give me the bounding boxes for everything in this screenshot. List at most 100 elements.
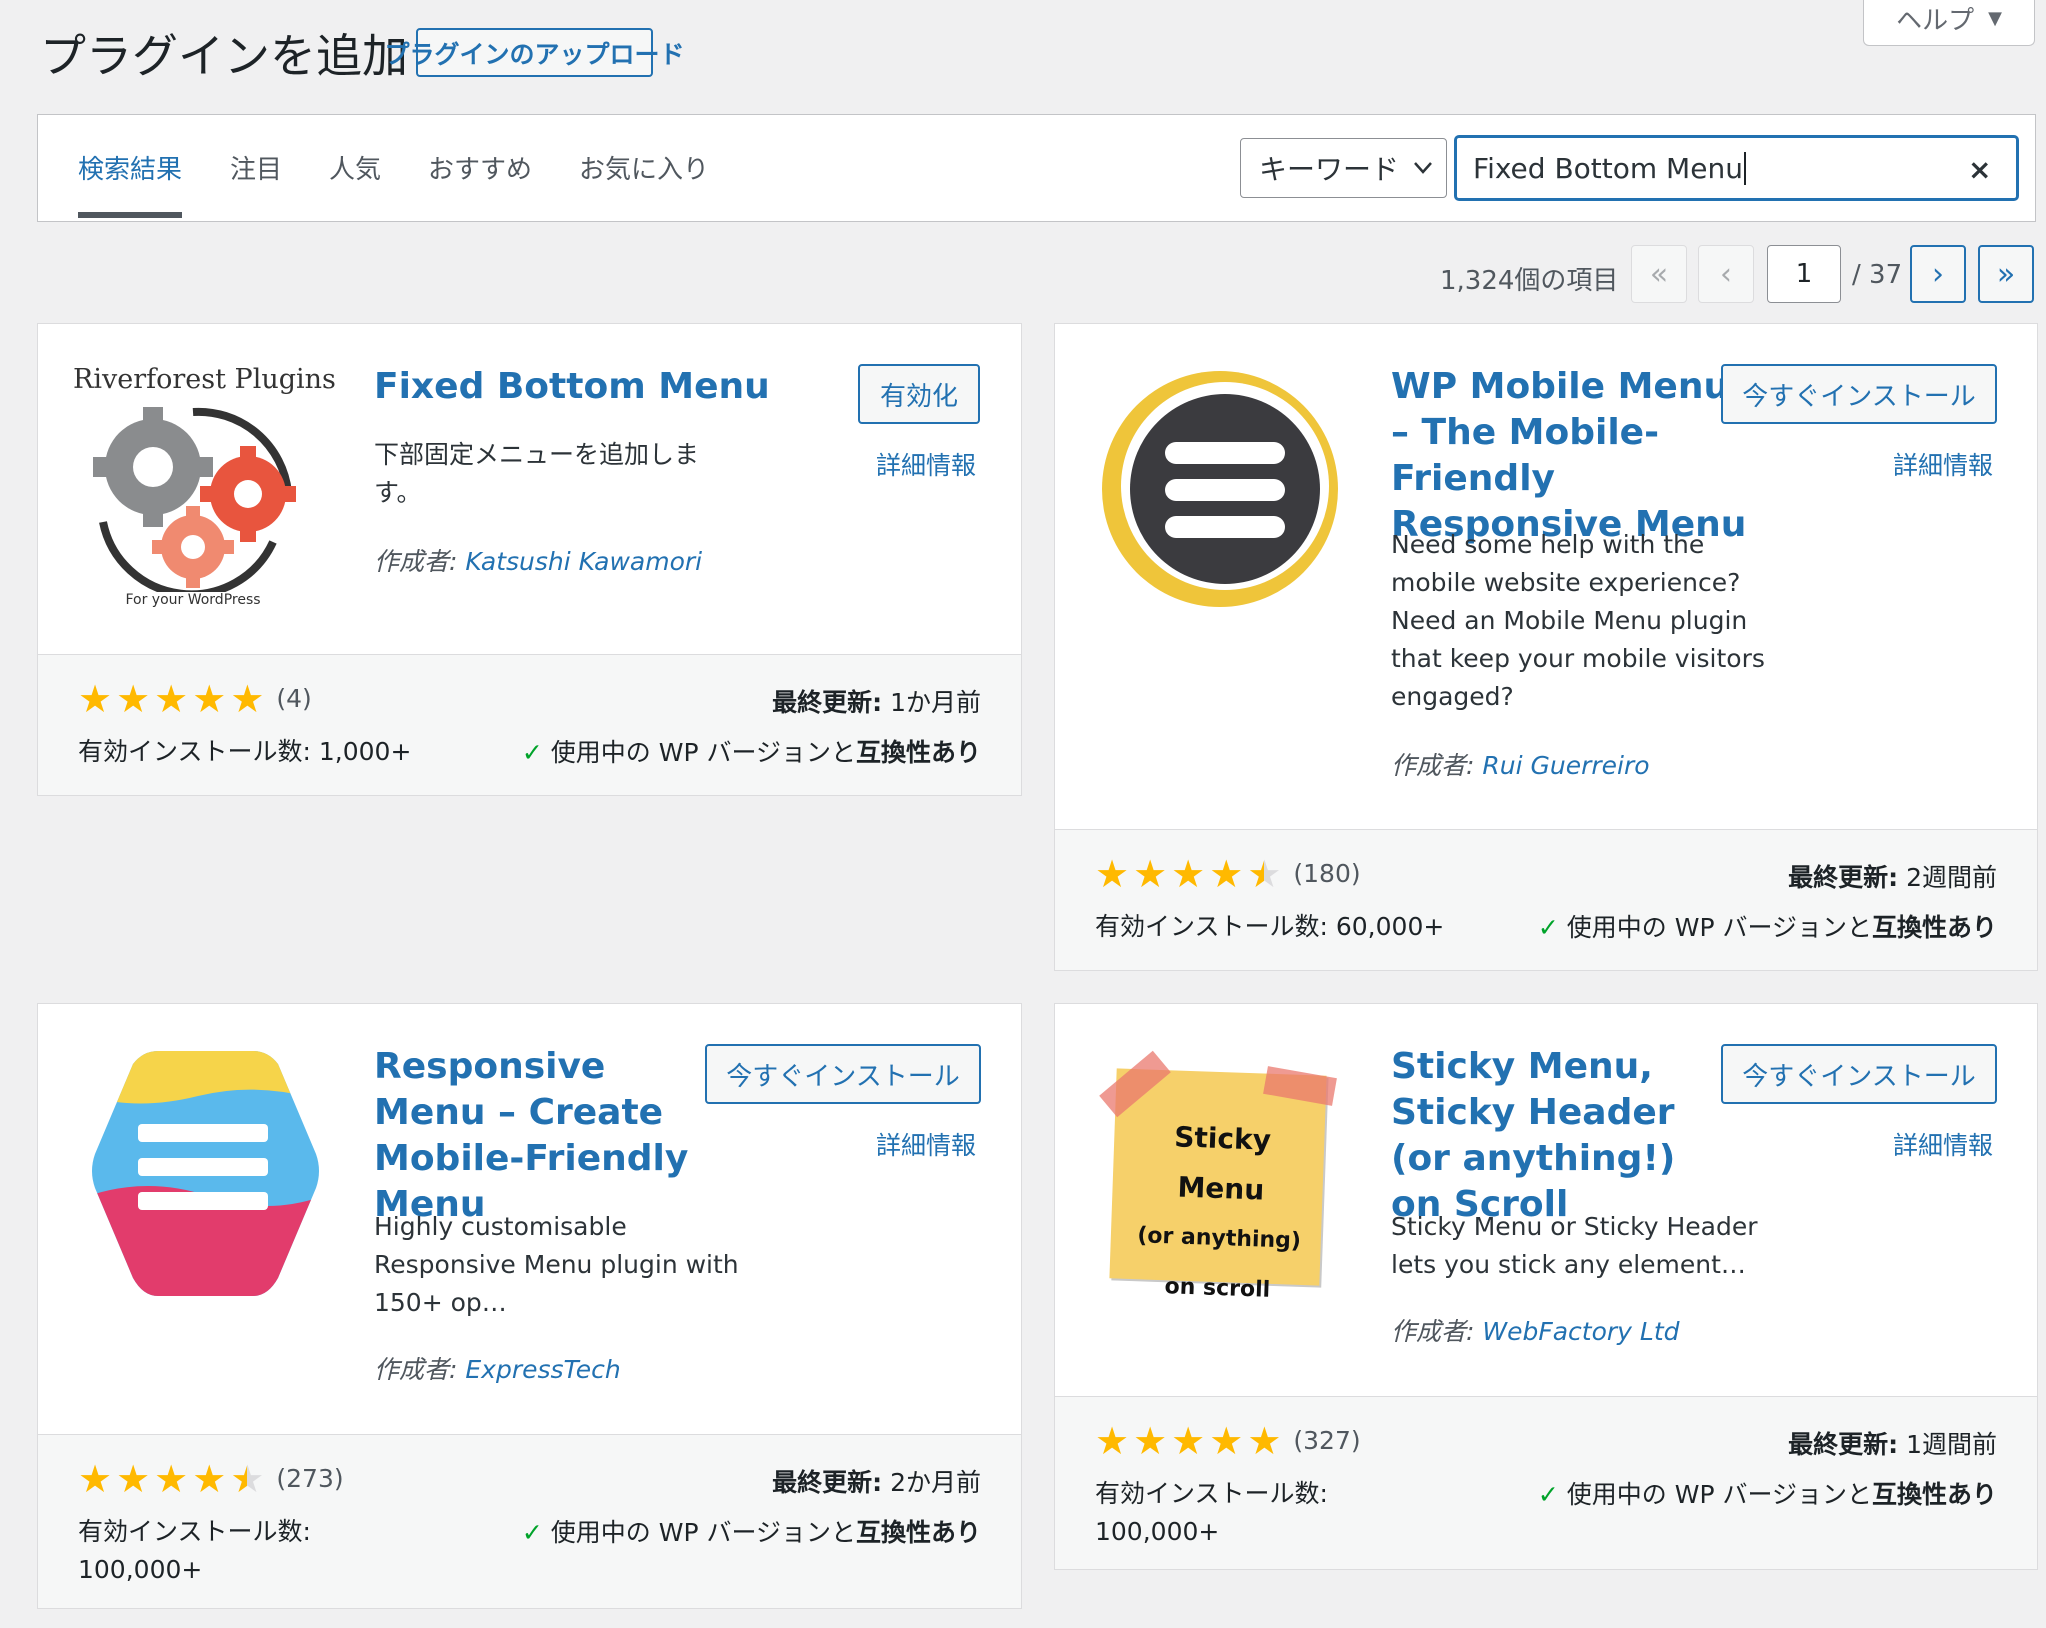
- last-page-button[interactable]: »: [1978, 245, 2034, 303]
- plugin-name[interactable]: Fixed Bottom Menu: [374, 364, 814, 410]
- active-tab-indicator: [78, 212, 182, 218]
- total-pages: / 37: [1852, 260, 1903, 290]
- plugin-name[interactable]: Responsive Menu – Create Mobile-Friendly…: [374, 1044, 704, 1228]
- star-icon: ★: [154, 1457, 189, 1501]
- plugin-name[interactable]: WP Mobile Menu – The Mobile-Friendly Res…: [1391, 364, 1751, 548]
- plugin-description: Highly customisable Responsive Menu plug…: [374, 1212, 739, 1317]
- upload-plugin-button[interactable]: プラグインのアップロード: [385, 28, 685, 77]
- plugin-author: 作成者: ExpressTech: [374, 1355, 621, 1384]
- rating-count: (273): [276, 1464, 344, 1493]
- rating-count: (180): [1293, 859, 1361, 888]
- star-icon: ★: [192, 677, 227, 721]
- clear-search-icon[interactable]: ×: [1968, 153, 1991, 186]
- rating-count: (4): [276, 684, 312, 713]
- plugin-card: WP Mobile Menu – The Mobile-Friendly Res…: [1054, 323, 2038, 971]
- more-details-link[interactable]: 詳細情報: [876, 1126, 976, 1162]
- chevron-down-icon: [1414, 162, 1432, 174]
- plugin-author: 作成者: WebFactory Ltd: [1391, 1317, 1680, 1346]
- active-installs: 有効インストール数: 100,000+: [78, 1517, 311, 1584]
- last-updated: 最終更新: 2週間前: [1788, 863, 1997, 892]
- help-tab[interactable]: ヘルプ ▼: [1863, 0, 2035, 46]
- star-rating: ★ ★ ★ ★ ★ (327): [1095, 1422, 1361, 1460]
- rating-count: (327): [1293, 1426, 1361, 1455]
- tab-featured[interactable]: 注目: [230, 149, 282, 186]
- tab-search-results[interactable]: 検索結果: [78, 149, 182, 186]
- plugin-author: 作成者: Rui Guerreiro: [1391, 751, 1650, 780]
- star-icon: ★: [1209, 1419, 1244, 1463]
- last-updated: 最終更新: 1週間前: [1788, 1430, 1997, 1459]
- hamburger-circle-icon: [1102, 371, 1338, 607]
- active-installs: 有効インストール数: 1,000+: [78, 737, 412, 766]
- star-icon: ★: [116, 1457, 151, 1501]
- star-rating: ★ ★ ★ ★ ★ (180): [1095, 855, 1361, 893]
- plugin-card-bottom: ★ ★ ★ ★ ★ (4) 最終更新: 1か月前 有効インストール数: 1,000+ ✓…: [38, 654, 1021, 795]
- star-icon: ★: [230, 677, 265, 721]
- plugin-author: 作成者: Katsushi Kawamori: [374, 547, 703, 576]
- more-details-link[interactable]: 詳細情報: [1893, 446, 1993, 482]
- star-icon: ★: [1133, 1419, 1168, 1463]
- search-type-value: キーワード: [1259, 153, 1400, 186]
- plugin-card: Sticky Menu (or anything) on scroll Stic…: [1054, 1003, 2038, 1570]
- plugin-description: Need some help with the mobile website e…: [1391, 530, 1765, 711]
- help-label: ヘルプ: [1896, 6, 1975, 36]
- star-rating: ★ ★ ★ ★ ★ (4): [78, 680, 312, 718]
- install-now-button[interactable]: 今すぐインストール: [705, 1044, 981, 1104]
- plugin-description: Sticky Menu or Sticky Header lets you st…: [1391, 1212, 1758, 1279]
- plugin-card: Responsive Menu – Create Mobile-Friendly…: [37, 1003, 1022, 1609]
- compatibility: ✓ 使用中の WP バージョンと互換性あり: [1537, 1480, 1997, 1509]
- author-link[interactable]: Rui Guerreiro: [1482, 751, 1649, 780]
- star-icon: ★: [192, 1457, 227, 1501]
- plugin-card: Riverforest Plugins For your WordPress F…: [37, 323, 1022, 796]
- plugin-card-bottom: ★ ★ ★ ★ ★ (327) 最終更新: 1週間前 有効インストール数: 100,00…: [1055, 1396, 2037, 1569]
- current-page-input[interactable]: 1: [1767, 245, 1841, 303]
- star-icon: ★: [1209, 852, 1244, 896]
- star-icon: ★: [1095, 852, 1130, 896]
- half-star-icon: ★: [230, 1457, 265, 1501]
- check-icon: ✓: [1537, 913, 1559, 942]
- activate-button[interactable]: 有効化: [858, 364, 980, 424]
- page-title: プラグインを追加: [40, 29, 408, 83]
- active-installs: 有効インストール数: 60,000+: [1095, 912, 1445, 941]
- star-rating: ★ ★ ★ ★ ★ (273): [78, 1460, 344, 1498]
- last-updated: 最終更新: 2か月前: [772, 1468, 981, 1497]
- tab-popular[interactable]: 人気: [329, 149, 381, 186]
- star-icon: ★: [78, 1457, 113, 1501]
- plugin-description: 下部固定メニューを追加します。: [374, 440, 700, 507]
- compatibility: ✓ 使用中の WP バージョンと互換性あり: [1537, 913, 1997, 942]
- prev-page-button: ‹: [1698, 245, 1754, 303]
- hexagon-menu-icon: [92, 1051, 319, 1296]
- star-icon: ★: [1133, 852, 1168, 896]
- search-type-select[interactable]: キーワード: [1240, 138, 1447, 198]
- more-details-link[interactable]: 詳細情報: [1893, 1126, 1993, 1162]
- plugin-card-bottom: ★ ★ ★ ★ ★ (273) 最終更新: 2か月前 有効インストール数: 100,00…: [38, 1434, 1021, 1608]
- item-count: 1,324個の項目: [1440, 266, 1619, 296]
- star-icon: ★: [1095, 1419, 1130, 1463]
- author-link[interactable]: Katsushi Kawamori: [465, 547, 702, 576]
- search-query: Fixed Bottom Menu: [1473, 151, 1746, 185]
- star-icon: ★: [1247, 1419, 1282, 1463]
- compatibility: ✓ 使用中の WP バージョンと互換性あり: [521, 1518, 981, 1547]
- plugin-name[interactable]: Sticky Menu, Sticky Header (or anything!…: [1391, 1044, 1731, 1228]
- last-updated: 最終更新: 1か月前: [772, 688, 981, 717]
- author-link[interactable]: ExpressTech: [465, 1355, 620, 1384]
- check-icon: ✓: [1537, 1480, 1559, 1509]
- more-details-link[interactable]: 詳細情報: [876, 446, 976, 482]
- install-now-button[interactable]: 今すぐインストール: [1721, 1044, 1997, 1104]
- check-icon: ✓: [521, 738, 543, 767]
- dropdown-arrow-icon: ▼: [1988, 8, 2002, 29]
- tab-favorites[interactable]: お気に入り: [579, 149, 709, 186]
- plugin-card-bottom: ★ ★ ★ ★ ★ (180) 最終更新: 2週間前 有効インストール数: 60,000…: [1055, 829, 2037, 970]
- star-icon: ★: [1171, 1419, 1206, 1463]
- compatibility: ✓ 使用中の WP バージョンと互換性あり: [521, 738, 981, 767]
- tab-recommended[interactable]: おすすめ: [428, 149, 532, 186]
- search-input[interactable]: Fixed Bottom Menu: [1455, 136, 2018, 200]
- star-icon: ★: [1171, 852, 1206, 896]
- install-now-button[interactable]: 今すぐインストール: [1721, 364, 1997, 424]
- next-page-button[interactable]: ›: [1910, 245, 1966, 303]
- star-icon: ★: [78, 677, 113, 721]
- sticky-note-icon: Sticky Menu (or anything) on scroll: [1099, 1050, 1337, 1303]
- first-page-button: «: [1631, 245, 1687, 303]
- author-link[interactable]: WebFactory Ltd: [1482, 1317, 1679, 1346]
- riverforest-gears-icon: Riverforest Plugins For your WordPress: [73, 364, 336, 608]
- star-icon: ★: [116, 677, 151, 721]
